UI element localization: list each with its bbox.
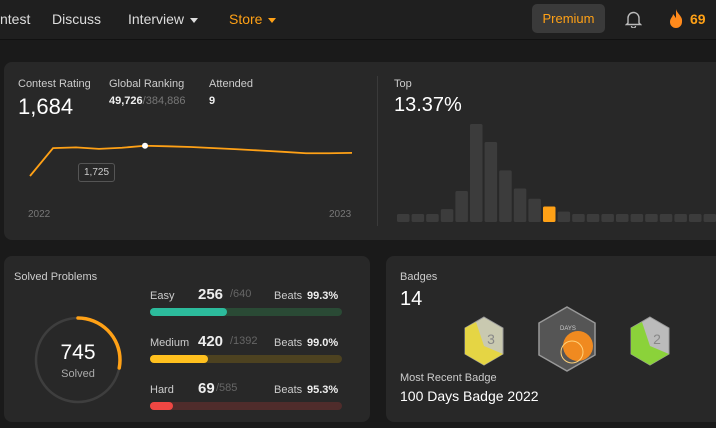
progress-track [150,402,342,410]
top-label: Top [394,78,412,90]
badge-text: DAYS [560,326,576,332]
solved-sub: Solved [61,368,95,380]
global-ranking: 49,726/384,886 [109,95,185,107]
histogram-bar[interactable] [616,214,629,222]
histogram-bar[interactable] [470,124,483,222]
histogram-bar[interactable] [645,214,658,222]
difficulty-total: /585 [216,382,238,394]
badges-card: Badges 14 3 DAYS 2 Most Recent Badge 100… [386,256,716,422]
x-label-end: 2023 [329,209,352,220]
nav-contest[interactable]: ntest [0,11,30,27]
ranking-value: 49,726 [109,95,143,107]
nav-store-label: Store [229,11,263,27]
solved-card: Solved Problems 745 Solved Easy 256 /640… [4,256,370,422]
chevron-down-icon [190,17,199,23]
beats-label: Beats [274,384,303,396]
histogram-bar[interactable] [397,214,410,222]
badge-text: 3 [487,331,495,347]
badges-count: 14 [400,288,423,310]
difficulty-name: Medium [150,337,190,349]
difficulty-total: /1392 [230,335,258,347]
histogram-bar[interactable] [703,214,716,222]
histogram-bar[interactable] [659,214,673,222]
ranking-histogram [397,124,716,222]
top-nav: ntest Discuss Interview Store Premium 69 [0,0,716,40]
nav-store[interactable]: Store [229,11,277,27]
recent-badge: 100 Days Badge 2022 [400,388,539,404]
histogram-bar[interactable] [689,214,702,222]
rating-point[interactable] [142,142,148,149]
global-ranking-label: Global Ranking [109,78,185,90]
streak-count: 69 [690,11,706,27]
difficulty-name: Hard [150,384,174,396]
solved-total: 745 [60,341,96,364]
histogram-bar[interactable] [484,142,498,222]
difficulty-name: Easy [150,290,175,302]
histogram-bar[interactable] [557,211,571,222]
beats-label: Beats [274,290,303,302]
divider [377,76,378,226]
histogram-bar[interactable] [586,214,600,222]
histogram-bar[interactable] [601,214,614,222]
histogram-bar[interactable] [543,206,556,222]
attended-label: Attended [209,78,254,90]
nav-discuss[interactable]: Discuss [52,11,101,27]
beats-label: Beats [274,337,303,349]
histogram-bar[interactable] [674,214,687,222]
beats-value: 95.3% [307,384,339,396]
difficulty-count: 256 [198,286,224,303]
progress-fill [150,308,227,316]
histogram-bar[interactable] [455,191,468,222]
histogram-bar[interactable] [528,198,541,222]
badge-100-days-icon[interactable]: DAYS [538,306,596,372]
chevron-down-icon [268,17,277,23]
ranking-total: /384,886 [142,95,186,107]
contest-rating-label: Contest Rating [18,78,91,90]
badges-label: Badges [400,271,438,283]
beats-value: 99.0% [307,337,339,349]
recent-badge-label: Most Recent Badge [400,372,497,384]
contest-card: Contest Rating 1,684 Global Ranking 49,7… [4,62,716,240]
badge-annual-icon[interactable]: 3 [464,316,504,366]
x-label-start: 2022 [28,209,51,220]
premium-button[interactable]: Premium [532,4,605,33]
progress-fill [150,402,174,410]
difficulty-count: 420 [198,333,224,350]
attended-value: 9 [209,95,216,107]
difficulty-count: 69 [198,380,215,397]
flame-icon [670,9,683,28]
histogram-bar[interactable] [426,214,439,222]
progress-fill [150,355,208,363]
bell-icon[interactable] [625,10,642,28]
badge-text: 2 [653,331,661,347]
histogram-bar[interactable] [499,170,512,222]
top-percent: 13.37% [394,94,462,116]
rating-tooltip: 1,725 [78,163,116,182]
histogram-bar[interactable] [411,214,425,222]
beats-value: 99.3% [307,290,339,302]
nav-interview[interactable]: Interview [128,11,199,27]
badge-daily-icon[interactable]: 2 [630,316,670,366]
histogram-bar[interactable] [572,214,585,222]
contest-rating: 1,684 [18,94,74,119]
histogram-bar[interactable] [440,209,454,222]
solved-label: Solved Problems [14,271,98,283]
histogram-bar[interactable] [630,214,644,222]
histogram-bar[interactable] [513,188,527,222]
difficulty-total: /640 [230,288,252,300]
nav-interview-label: Interview [128,11,185,27]
rating-line-chart[interactable] [4,132,374,192]
